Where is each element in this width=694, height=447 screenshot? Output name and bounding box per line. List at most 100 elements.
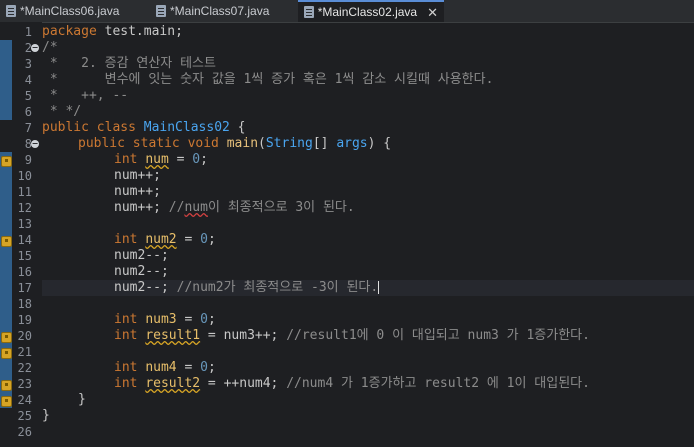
line-number: 12: [17, 201, 32, 215]
code-text: = num3++;: [200, 328, 287, 343]
tab-label: *MainClass06.java: [20, 4, 120, 18]
fold-collapse-icon[interactable]: −: [31, 44, 39, 52]
warning-marker-icon[interactable]: [1, 348, 12, 359]
line-number: 17: [17, 281, 32, 295]
parameter-name: args: [336, 136, 368, 151]
code-line: * */: [42, 104, 82, 119]
code-line: public static void main(String[] args) {: [42, 136, 694, 152]
keyword: int: [114, 232, 146, 247]
code-text: =: [176, 360, 201, 375]
keyword: int: [114, 376, 146, 391]
code-line: num++;: [114, 184, 161, 199]
code-text: []: [312, 136, 337, 151]
method-name: main: [226, 136, 259, 151]
variable-name: num4: [145, 360, 177, 375]
line-number: 7: [24, 121, 32, 135]
keyword: int: [114, 152, 146, 167]
code-line: num2--;: [114, 248, 169, 263]
code-line: public class MainClass02 {: [42, 120, 694, 136]
variable-name: num2: [145, 232, 177, 247]
line-number: 1: [24, 25, 32, 39]
code-text: ;: [207, 232, 216, 247]
number-literal: 0: [192, 152, 201, 167]
tab-mainclass02[interactable]: *MainClass02.java ✕: [298, 0, 444, 22]
code-area[interactable]: package test.main; /* * 2. 증감 연산자 테스트 * …: [42, 22, 694, 447]
code-line: * 2. 증감 연산자 테스트: [42, 56, 216, 71]
type-name: String: [265, 136, 313, 151]
line-number: 24: [17, 393, 32, 407]
code-line: int result2 = ++num4; //num4 가 1증가하고 res…: [42, 376, 694, 392]
code-line: num2--;: [114, 264, 169, 279]
text-caret: [378, 281, 380, 294]
code-text: ;: [207, 360, 216, 375]
variable-name: num3: [145, 312, 177, 327]
line-number: 21: [17, 345, 32, 359]
warning-marker-icon[interactable]: [1, 396, 12, 407]
close-tab-icon[interactable]: ✕: [427, 6, 438, 19]
number-literal: 0: [200, 312, 208, 327]
line-number: 10: [17, 169, 32, 183]
code-line: }: [42, 408, 50, 423]
comment: //result1에 0 이 대입되고 num3 가 1증가한다.: [286, 328, 590, 343]
java-file-icon: [304, 6, 314, 18]
comment: //num4 가 1증가하고 result2 에 1이 대입된다.: [286, 376, 590, 391]
tab-mainclass06[interactable]: *MainClass06.java: [0, 0, 148, 22]
warning-marker-icon[interactable]: [1, 236, 12, 247]
line-number: 14: [17, 233, 32, 247]
keyword: public static void: [78, 136, 227, 151]
variable-name: num: [145, 152, 169, 167]
line-number: 15: [17, 249, 32, 263]
code-text: test.main;: [96, 24, 183, 39]
code-line: /*: [42, 40, 58, 55]
warning-marker-icon[interactable]: [1, 156, 12, 167]
code-line: int result1 = num3++; //result1에 0 이 대입되…: [42, 328, 694, 344]
code-text: = ++num4;: [200, 376, 287, 391]
variable-name: result1: [145, 328, 201, 343]
line-number: 23: [17, 377, 32, 391]
tab-label: *MainClass07.java: [170, 4, 270, 18]
line-number: 6: [24, 105, 32, 119]
line-number: 20: [17, 329, 32, 343]
warning-marker-icon[interactable]: [1, 380, 12, 391]
line-number: 9: [24, 153, 32, 167]
code-text: {: [229, 120, 246, 135]
code-text: ;: [207, 312, 216, 327]
warning-marker-icon[interactable]: [1, 332, 12, 343]
java-file-icon: [156, 5, 166, 17]
comment: //num2가 최종적으로 -3이 된다.: [176, 280, 379, 295]
tab-mainclass07[interactable]: *MainClass07.java: [150, 0, 296, 22]
change-ruler-marker: [0, 152, 12, 408]
change-ruler-marker: [0, 40, 12, 120]
current-code-line: num2--; //num2가 최종적으로 -3이 된다.: [42, 280, 694, 296]
number-literal: 0: [200, 360, 208, 375]
code-line: int num = 0;: [42, 152, 694, 168]
line-number: 5: [24, 89, 32, 103]
editor-gutter: 1 2 3 4 5 6 7 8 9 10 11 12 13 14 15 16 1…: [0, 22, 42, 447]
code-text: num2--;: [114, 280, 177, 295]
line-number: 4: [24, 73, 32, 87]
line-number: 11: [17, 185, 32, 199]
code-editor[interactable]: 1 2 3 4 5 6 7 8 9 10 11 12 13 14 15 16 1…: [0, 22, 694, 447]
code-line: package test.main;: [42, 24, 694, 40]
code-line: num++; //num이 최종적으로 3이 된다.: [42, 200, 694, 216]
code-text: =: [176, 312, 201, 327]
number-literal: 0: [200, 232, 208, 247]
line-number: 2: [24, 41, 32, 55]
comment: //: [168, 200, 185, 215]
keyword: public class: [42, 120, 144, 135]
comment: 이 최종적으로 3이 된다.: [207, 200, 355, 215]
variable-name: result2: [145, 376, 201, 391]
line-number: 13: [17, 217, 32, 231]
code-line: * 변수에 잇는 숫자 값을 1씩 증가 혹은 1씩 감소 시킬때 사용한다.: [42, 72, 494, 87]
comment-spellcheck-word: num: [184, 200, 208, 215]
code-line: int num3 = 0;: [42, 312, 694, 328]
line-number: 22: [17, 361, 32, 375]
code-line: * ++, --: [42, 88, 129, 103]
fold-collapse-icon[interactable]: −: [31, 140, 39, 148]
code-line: }: [78, 392, 86, 407]
line-number: 16: [17, 265, 32, 279]
keyword: int: [114, 328, 146, 343]
code-text: (: [258, 136, 266, 151]
line-number: 3: [24, 57, 32, 71]
code-line: int num2 = 0;: [42, 232, 694, 248]
